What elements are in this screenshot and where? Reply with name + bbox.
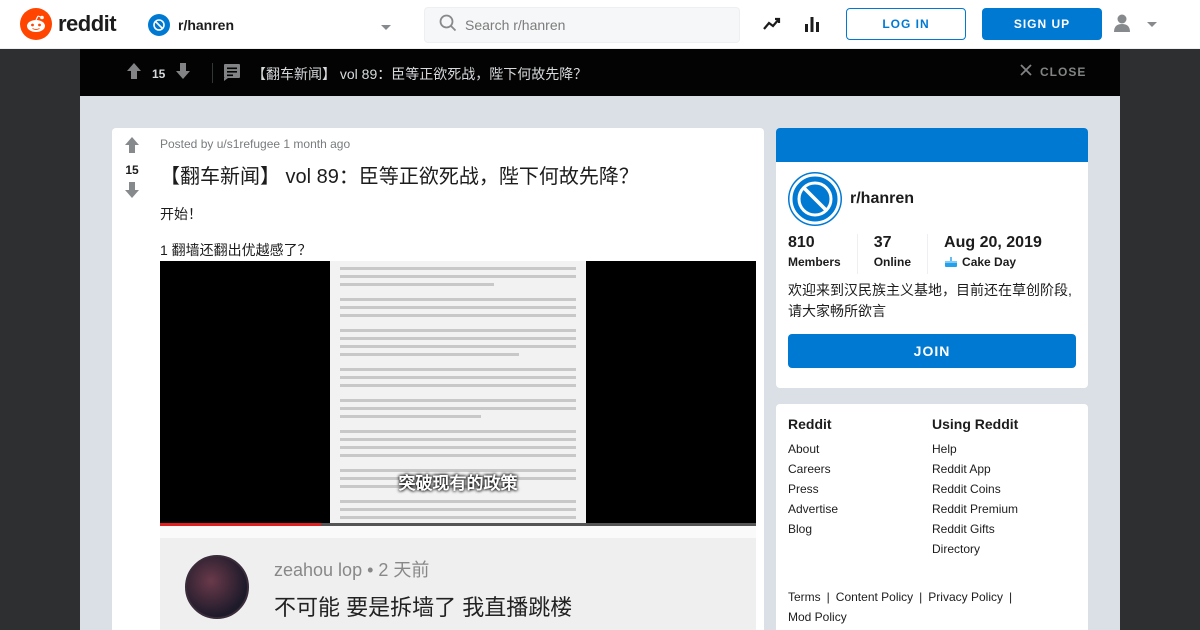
- footer-links-card: Reddit About Careers Press Advertise Blo…: [776, 404, 1088, 630]
- close-icon: [1020, 64, 1032, 79]
- post-paragraph: 开始！: [160, 206, 202, 222]
- post-overlay-bar: 15 【翻车新闻】 vol 89：臣等正欲死战，陛下何故先降？ CLOSE: [80, 49, 1120, 96]
- user-icon: [1112, 13, 1132, 38]
- search-icon: [439, 14, 457, 37]
- video-subtitle: 突破现有的政策: [398, 474, 518, 493]
- overlay-post-title: 【翻车新闻】 vol 89：臣等正欲死战，陛下何故先降？: [252, 66, 588, 82]
- community-stats: 810 Members 37 Online Aug 20, 2019 Cake …: [788, 234, 1078, 274]
- avatar: [185, 555, 249, 619]
- legal-link-privacy-policy[interactable]: Privacy Policy: [928, 590, 1003, 604]
- stat-value: 810: [788, 234, 815, 251]
- reddit-logo[interactable]: reddit: [20, 8, 117, 40]
- chevron-down-icon: [380, 19, 392, 37]
- post-paragraph: 1 翻墙还翻出优越感了？: [160, 242, 312, 258]
- join-button[interactable]: JOIN: [788, 334, 1076, 368]
- downvote-icon[interactable]: [175, 62, 191, 85]
- footer-link[interactable]: Reddit Coins: [932, 482, 1018, 502]
- search-input[interactable]: [465, 17, 725, 33]
- stats-icon[interactable]: [802, 14, 822, 34]
- separator: |: [826, 590, 830, 604]
- overlay-vote-controls: 15: [126, 62, 191, 85]
- stat-label: Members: [788, 255, 841, 269]
- community-avatar-icon[interactable]: [788, 172, 842, 226]
- legal-links: Terms | Content Policy | Privacy Policy | Mod …: [788, 587, 1078, 627]
- community-description: 欢迎来到汉民族主义基地，目前还在草创阶段,请大家畅所欲言: [788, 282, 1072, 319]
- stat-label: Online: [873, 255, 912, 269]
- separator: |: [1008, 590, 1013, 604]
- upvote-icon[interactable]: [126, 62, 142, 85]
- footer-link[interactable]: Press: [788, 482, 838, 502]
- footer-link[interactable]: Directory: [932, 542, 1018, 562]
- legal-link-content-policy[interactable]: Content Policy: [836, 590, 913, 604]
- top-header: reddit r/hanren LOG IN SIGN UP: [0, 0, 1200, 49]
- footer-link[interactable]: Reddit App: [932, 462, 1018, 482]
- reddit-snoo-icon: [20, 8, 52, 40]
- comment-text: 不可能 要是拆墙了 我直播跳楼: [274, 595, 573, 620]
- footer-column-reddit: Reddit About Careers Press Advertise Blo…: [788, 416, 838, 542]
- footer-link[interactable]: Reddit Gifts: [932, 522, 1018, 542]
- stat-label: Cake Day: [962, 255, 1017, 269]
- divider: [212, 63, 213, 83]
- overlay-vote-count: 15: [152, 66, 166, 81]
- video-player[interactable]: 突破现有的政策: [160, 261, 756, 526]
- downvote-icon[interactable]: [124, 181, 140, 204]
- search-box[interactable]: [424, 7, 740, 43]
- cake-icon: [944, 256, 958, 271]
- stat-members: 810 Members: [788, 234, 858, 274]
- footer-column-using-reddit: Using Reddit Help Reddit App Reddit Coin…: [932, 416, 1018, 562]
- legal-link-mod-policy[interactable]: Mod Policy: [788, 610, 847, 624]
- trending-icon[interactable]: [762, 14, 782, 34]
- chevron-down-icon: [1146, 16, 1158, 34]
- close-label: CLOSE: [1040, 64, 1087, 79]
- vote-column: 15: [112, 136, 152, 204]
- stat-label-row: Cake Day: [944, 255, 1042, 271]
- comment-username: zeahou lop • 2 天前: [274, 560, 430, 580]
- separator: |: [919, 590, 923, 604]
- stat-online: 37 Online: [873, 234, 929, 274]
- footer-link[interactable]: Advertise: [788, 502, 838, 522]
- close-button[interactable]: CLOSE: [1020, 64, 1086, 79]
- stat-cake-day: Aug 20, 2019 Cake Day: [944, 234, 1058, 274]
- user-menu-dropdown[interactable]: [1112, 14, 1162, 36]
- login-button[interactable]: LOG IN: [846, 8, 966, 40]
- footer-column-title: Reddit: [788, 416, 832, 432]
- stat-value: Aug 20, 2019: [944, 234, 1042, 251]
- community-name: r/hanren: [178, 17, 235, 33]
- post-title: 【翻车新闻】 vol 89：臣等正欲死战，陛下何故先降？: [160, 166, 639, 188]
- stat-value: 37: [873, 234, 892, 251]
- community-banner: [776, 128, 1088, 162]
- community-card: r/hanren 810 Members 37 Online Aug 20, 2…: [776, 128, 1088, 388]
- footer-link[interactable]: Reddit Premium: [932, 502, 1018, 522]
- footer-link[interactable]: Help: [932, 442, 1018, 462]
- footer-link[interactable]: Blog: [788, 522, 838, 542]
- upvote-icon[interactable]: [124, 136, 140, 159]
- post-text-icon: [223, 63, 241, 86]
- footer-column-title: Using Reddit: [932, 416, 1019, 432]
- comment-screenshot: zeahou lop • 2 天前 不可能 要是拆墙了 我直播跳楼: [160, 526, 756, 630]
- signup-button[interactable]: SIGN UP: [982, 8, 1102, 40]
- post-card: 15 Posted by u/s1refugee 1 month ago 【翻车…: [112, 128, 764, 630]
- community-title[interactable]: r/hanren: [850, 190, 914, 208]
- post-meta: Posted by u/s1refugee 1 month ago: [160, 137, 351, 151]
- logo-text: reddit: [58, 11, 117, 36]
- community-dropdown[interactable]: r/hanren: [148, 12, 398, 38]
- vote-count: 15: [125, 163, 139, 177]
- legal-link-terms[interactable]: Terms: [788, 590, 821, 604]
- community-icon: [148, 14, 170, 36]
- footer-link[interactable]: Careers: [788, 462, 838, 482]
- footer-link[interactable]: About: [788, 442, 838, 462]
